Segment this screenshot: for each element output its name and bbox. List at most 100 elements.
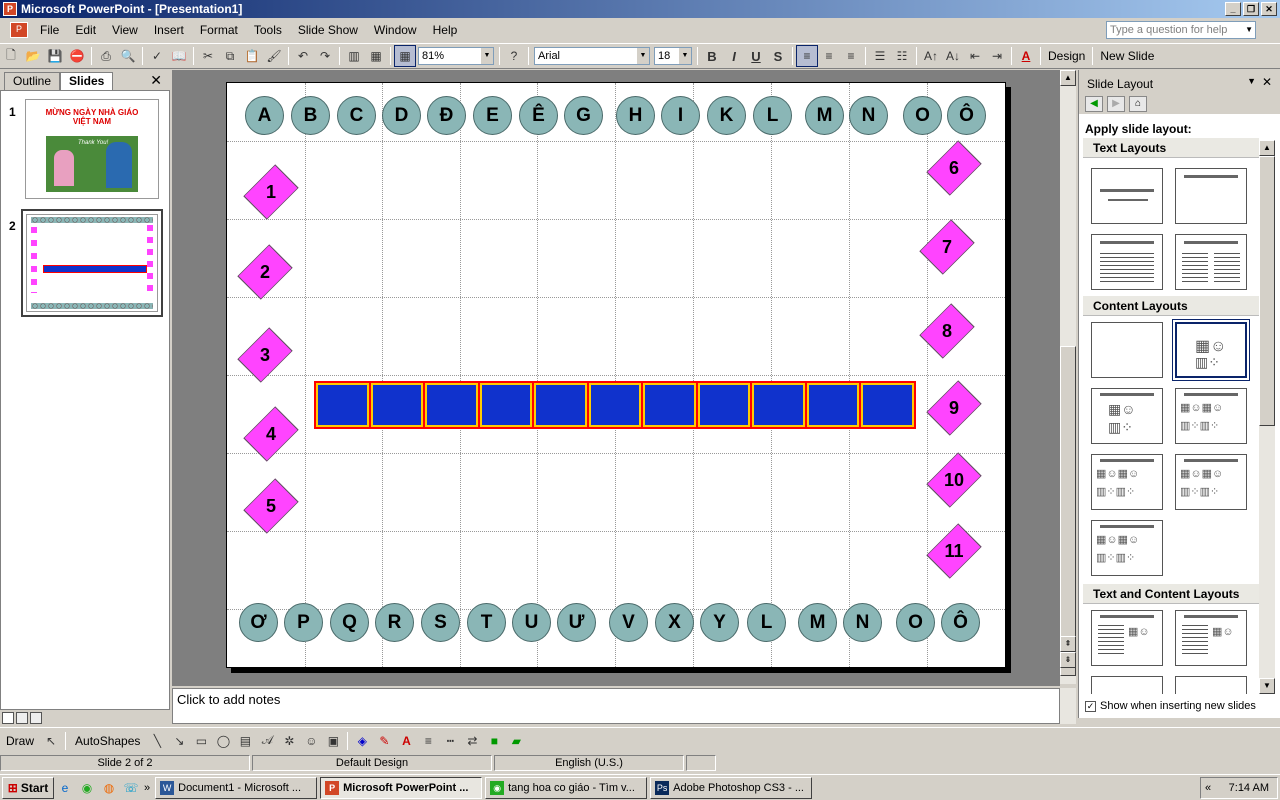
wordart-icon[interactable]: 𝒜 (256, 730, 278, 752)
layout-two-column-text[interactable] (1175, 234, 1247, 290)
letter-circle[interactable]: P (284, 603, 323, 642)
table-icon[interactable]: ▦ (365, 45, 387, 67)
letter-circle[interactable]: Ô (941, 603, 980, 642)
letter-circle[interactable]: X (655, 603, 694, 642)
firefox-icon[interactable]: ◍ (98, 777, 120, 799)
layout-content[interactable]: ▦☺ ▥⁘ (1175, 322, 1247, 378)
answer-box[interactable] (425, 383, 478, 427)
letter-circle[interactable]: L (753, 96, 792, 135)
number-diamond[interactable]: 10 (926, 452, 982, 508)
font-color-icon[interactable]: A (1015, 45, 1037, 67)
home-icon[interactable]: ⌂ (1129, 96, 1147, 112)
layout-title-content[interactable]: ▦☺ ▥⁘ (1091, 388, 1163, 444)
restore-button[interactable]: ❐ (1243, 2, 1259, 16)
number-diamond[interactable]: 8 (919, 303, 975, 359)
close-button[interactable]: ✕ (1261, 2, 1277, 16)
new-slide-button[interactable]: New Slide (1096, 49, 1158, 63)
letter-circle[interactable]: Ê (519, 96, 558, 135)
letter-circle[interactable]: M (805, 96, 844, 135)
answer-box[interactable] (752, 383, 805, 427)
oval-icon[interactable]: ◯ (212, 730, 234, 752)
more-icon[interactable]: » (142, 782, 152, 794)
bold-icon[interactable]: B (701, 45, 723, 67)
scroll-up-double-icon[interactable]: ⇞ (1060, 636, 1076, 652)
decrease-indent-icon[interactable]: ⇤ (964, 45, 986, 67)
number-diamond[interactable]: 9 (926, 380, 982, 436)
answer-box[interactable] (479, 383, 533, 427)
answer-box[interactable] (861, 383, 915, 427)
letter-circle[interactable]: S (421, 603, 460, 642)
design-button[interactable]: Design (1044, 49, 1089, 63)
forward-icon[interactable]: ▶ (1107, 96, 1125, 112)
tab-outline[interactable]: Outline (4, 72, 61, 90)
letter-circle[interactable]: M (798, 603, 837, 642)
number-diamond[interactable]: 7 (919, 219, 975, 275)
number-diamond[interactable]: 1 (243, 164, 299, 220)
paste-icon[interactable]: 📋 (241, 45, 263, 67)
number-diamond[interactable]: 11 (926, 523, 982, 579)
number-diamond[interactable]: 6 (926, 140, 982, 196)
3d-style-icon[interactable]: ▰ (505, 730, 527, 752)
letter-circle[interactable]: T (467, 603, 506, 642)
answer-box[interactable] (534, 383, 587, 427)
letter-circle[interactable]: B (291, 96, 330, 135)
letter-circle[interactable]: Y (700, 603, 739, 642)
grid-icon[interactable]: ▦ (394, 45, 416, 67)
scroll-up-icon[interactable]: ▲ (1060, 70, 1076, 86)
notes-scrollbar[interactable] (1060, 688, 1076, 724)
font-select[interactable]: Arial ▼ (534, 47, 650, 65)
number-diamond[interactable]: 3 (237, 327, 293, 383)
answer-box[interactable] (316, 383, 369, 427)
scroll-thumb[interactable] (1259, 156, 1275, 426)
number-diamond[interactable]: 4 (243, 406, 299, 462)
align-left-icon[interactable]: ≡ (796, 45, 818, 67)
layout-text-content-2[interactable]: ▦☺ (1175, 610, 1247, 666)
layout-text-content[interactable]: ▦☺ (1091, 610, 1163, 666)
checkbox-checked[interactable]: ✓ (1085, 700, 1096, 712)
slideshow-view-icon[interactable] (30, 711, 42, 724)
tray-expand-icon[interactable]: « (1201, 778, 1211, 798)
letter-circle[interactable]: R (375, 603, 414, 642)
task-pane-scrollbar[interactable]: ▲ ▼ (1259, 140, 1275, 694)
format-painter-icon[interactable]: 🖌 (263, 45, 285, 67)
zoom-select[interactable]: 81% ▼ (418, 47, 494, 65)
help-search-input[interactable]: Type a question for help ▼ (1106, 21, 1256, 39)
slide-canvas[interactable]: ABCDĐEÊGHIKLMNOÔƠPQRSTUƯVXYLMNOÔ12345678… (226, 82, 1006, 668)
layout-blank[interactable] (1091, 322, 1163, 378)
letter-circle[interactable]: U (512, 603, 551, 642)
menu-help[interactable]: Help (425, 23, 466, 37)
number-diamond[interactable]: 5 (243, 478, 299, 534)
layout-title-text[interactable] (1091, 234, 1163, 290)
dash-style-icon[interactable]: ┅ (439, 730, 461, 752)
shadow-style-icon[interactable]: ■ (483, 730, 505, 752)
task-photoshop[interactable]: Ps Adobe Photoshop CS3 - ... (650, 776, 813, 799)
layout-two-content[interactable]: ▦☺▦☺ ▥⁘▥⁘ (1175, 388, 1247, 444)
layout-title-four-content[interactable]: ▦☺▦☺ ▥⁘▥⁘ (1175, 454, 1247, 510)
menu-window[interactable]: Window (366, 23, 425, 37)
menu-file[interactable]: File (32, 23, 67, 37)
letter-circle[interactable]: V (609, 603, 648, 642)
answer-box[interactable] (643, 383, 696, 427)
underline-icon[interactable]: U (745, 45, 767, 67)
decrease-font-icon[interactable]: A↓ (942, 45, 964, 67)
arrow-icon[interactable]: ↘ (168, 730, 190, 752)
menu-edit[interactable]: Edit (67, 23, 104, 37)
line-style-icon[interactable]: ≡ (417, 730, 439, 752)
scroll-thumb[interactable] (1060, 346, 1076, 676)
layout-text-content-4[interactable] (1175, 676, 1247, 694)
chart-icon[interactable]: ▥ (343, 45, 365, 67)
diagram-icon[interactable]: ✲ (278, 730, 300, 752)
undo-icon[interactable]: ↶ (292, 45, 314, 67)
select-pointer-icon[interactable]: ↖ (40, 730, 62, 752)
letter-circle[interactable]: L (747, 603, 786, 642)
answer-box[interactable] (697, 383, 751, 427)
task-powerpoint[interactable]: P Microsoft PowerPoint ... (320, 776, 483, 799)
copy-icon[interactable]: ⧉ (219, 45, 241, 67)
letter-circle[interactable]: Ơ (239, 603, 278, 642)
research-icon[interactable]: 📖 (168, 45, 190, 67)
answer-box[interactable] (806, 383, 860, 427)
cut-icon[interactable]: ✂ (197, 45, 219, 67)
clipart-icon[interactable]: ☺ (300, 730, 322, 752)
letter-circle[interactable]: N (843, 603, 882, 642)
line-color-icon[interactable]: ✎ (373, 730, 395, 752)
